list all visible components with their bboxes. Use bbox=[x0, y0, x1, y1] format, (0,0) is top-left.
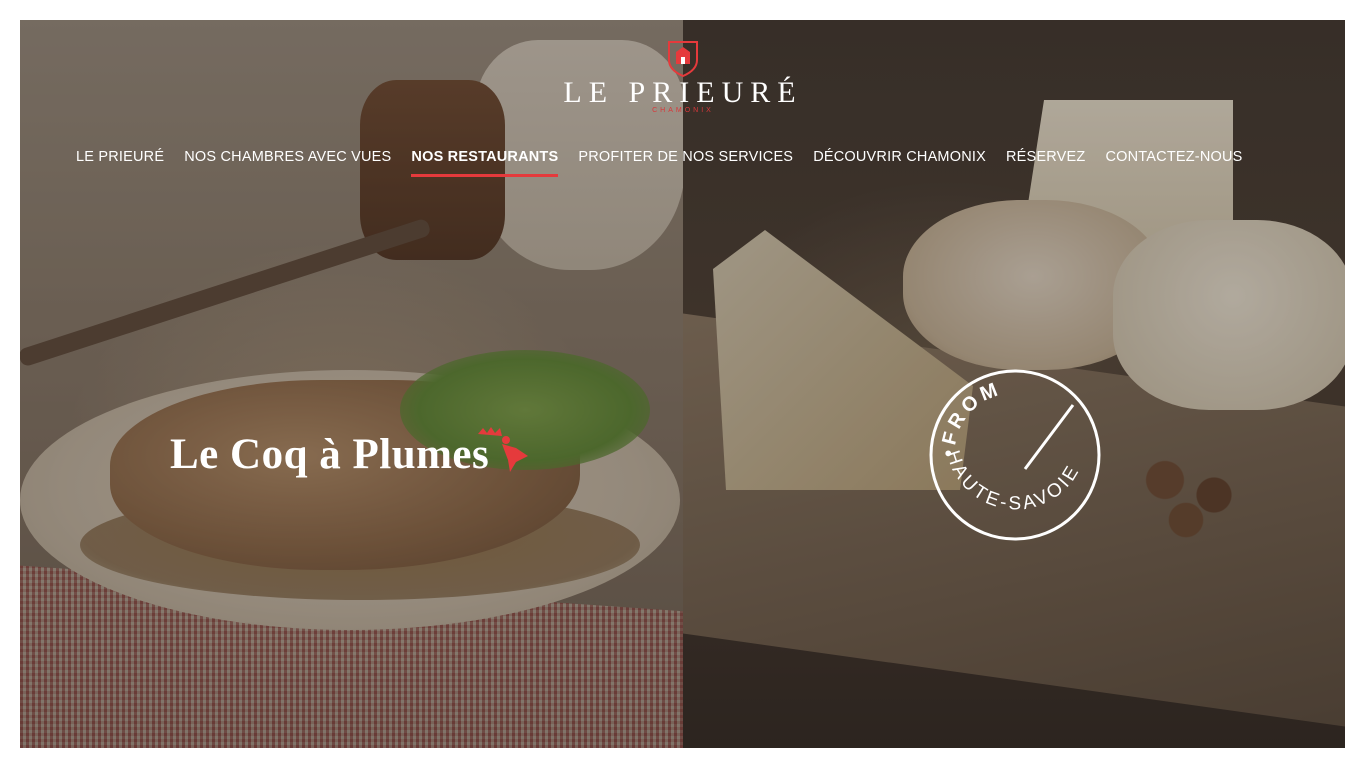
site-logo[interactable]: LE PRIEURÉ CHAMONIX bbox=[0, 38, 1366, 114]
nav-item-chamonix[interactable]: DÉCOUVRIR CHAMONIX bbox=[803, 148, 996, 178]
nav-item-restaurants[interactable]: NOS RESTAURANTS bbox=[401, 148, 568, 178]
restaurant-title-coq-a-plumes[interactable]: Le Coq à Plumes bbox=[170, 430, 489, 479]
nav-item-chambres[interactable]: NOS CHAMBRES AVEC VUES bbox=[174, 148, 401, 178]
nav-item-services[interactable]: PROFITER DE NOS SERVICES bbox=[568, 148, 803, 178]
nav-item-contact[interactable]: CONTACTEZ-NOUS bbox=[1095, 148, 1252, 178]
dark-overlay bbox=[20, 20, 683, 748]
priory-crest-icon bbox=[668, 41, 698, 78]
rooster-icon bbox=[478, 427, 528, 472]
main-nav: LE PRIEURÉ NOS CHAMBRES AVEC VUES NOS RE… bbox=[66, 148, 1253, 182]
logo-location: CHAMONIX bbox=[652, 107, 714, 114]
stamp-text-from: •FROM bbox=[938, 378, 1005, 458]
hero-frame bbox=[20, 20, 1345, 748]
restaurant-panel-coq-a-plumes[interactable] bbox=[20, 20, 683, 748]
logo-wordmark: LE PRIEURÉ bbox=[563, 76, 803, 109]
from-haute-savoie-stamp[interactable]: •FROM HAUTE-SAVOIE bbox=[925, 365, 1105, 545]
stamp-text-haute-savoie: HAUTE-SAVOIE bbox=[942, 448, 1085, 514]
nav-item-reservez[interactable]: RÉSERVEZ bbox=[996, 148, 1096, 178]
nav-item-le-prieure[interactable]: LE PRIEURÉ bbox=[66, 148, 174, 178]
